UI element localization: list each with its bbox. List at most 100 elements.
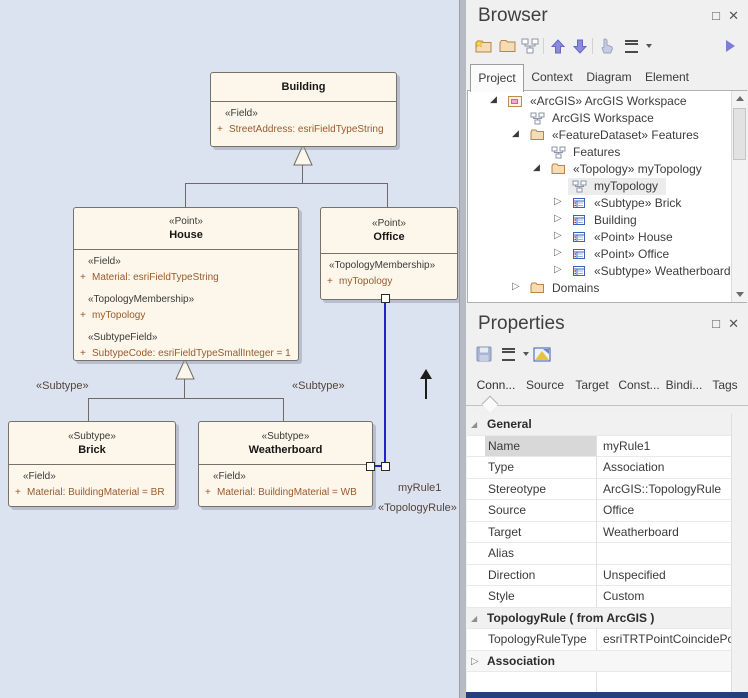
property-name[interactable]: Stereotype (485, 479, 597, 500)
expand-open-icon[interactable]: ◢ (490, 94, 502, 105)
property-name[interactable]: Name (485, 436, 597, 457)
tree-item-weatherboard[interactable]: ▷ «Subtype» Weatherboard (468, 263, 730, 280)
section-expand-icon[interactable]: ▷ (471, 651, 479, 672)
expand-open-icon[interactable]: ◢ (512, 128, 524, 139)
properties-scrollbar[interactable] (731, 414, 747, 692)
new-diagram-icon[interactable] (520, 36, 540, 56)
property-row-target[interactable]: Target Weatherboard (467, 522, 732, 544)
property-value[interactable]: ArcGIS::TopologyRule (603, 479, 732, 500)
float-icon[interactable]: □ (712, 9, 720, 22)
property-name[interactable]: Type (485, 457, 597, 478)
property-name[interactable]: Target (485, 522, 597, 543)
property-value[interactable]: Weatherboard (603, 522, 732, 543)
property-row-source[interactable]: Source Office (467, 500, 732, 522)
attr-stereotype: «SubtypeField» (88, 331, 298, 344)
expand-closed-icon[interactable]: ▷ (554, 264, 566, 275)
section-association[interactable]: ▷ Association (467, 651, 732, 673)
tree-item-label: «ArcGIS» ArcGIS Workspace (530, 93, 687, 110)
expand-open-icon[interactable]: ◢ (533, 162, 545, 173)
class-house[interactable]: «Point» House «Field» +Material: esriFie… (73, 207, 299, 361)
section-expand-icon[interactable]: ◢ (471, 608, 477, 629)
new-package-icon[interactable] (474, 36, 494, 56)
connector-handle[interactable] (381, 462, 390, 471)
section-general[interactable]: ◢ General (467, 414, 732, 436)
tree-item-office[interactable]: ▷ «Point» Office (468, 246, 730, 263)
tree-item-mytopology-pkg[interactable]: ◢ «Topology» myTopology (468, 161, 730, 178)
property-name[interactable]: Direction (485, 565, 597, 586)
section-expand-icon[interactable]: ◢ (471, 414, 477, 435)
expand-closed-icon[interactable]: ▷ (554, 213, 566, 224)
pointer-icon[interactable] (597, 36, 617, 56)
section-topologyrule[interactable]: ◢ TopologyRule ( from ArcGIS ) (467, 608, 732, 630)
property-name[interactable]: Style (485, 586, 597, 607)
expand-closed-icon[interactable]: ▷ (554, 247, 566, 258)
close-icon[interactable]: ✕ (728, 9, 739, 22)
topology-rule-connector[interactable] (384, 298, 386, 467)
tree-item-arcgis-workspace-diagram[interactable]: ArcGIS Workspace (468, 110, 730, 127)
expand-closed-icon[interactable]: ▷ (512, 281, 524, 292)
package-icon[interactable] (497, 36, 517, 56)
property-row-name[interactable]: Name myRule1 (467, 436, 732, 458)
save-icon[interactable] (474, 344, 494, 364)
property-row-style[interactable]: Style Custom (467, 586, 732, 608)
property-name[interactable]: Source (485, 500, 597, 521)
tree-item-mytopology-diagram[interactable]: myTopology (468, 178, 730, 195)
open-dialog-icon[interactable] (532, 344, 552, 364)
property-row-type[interactable]: Type Association (467, 457, 732, 479)
expand-closed-icon[interactable]: ▷ (554, 230, 566, 241)
property-name[interactable]: TopologyRuleType (485, 629, 597, 650)
class-brick[interactable]: «Subtype» Brick «Field» +Material: Build… (8, 421, 176, 507)
tab-tags[interactable]: Tags (708, 372, 742, 398)
move-up-icon[interactable] (548, 36, 568, 56)
tree-item-brick[interactable]: ▷ «Subtype» Brick (468, 195, 730, 212)
tree-item-arcgis-workspace-pkg[interactable]: ◢ «ArcGIS» ArcGIS Workspace (468, 93, 730, 110)
property-row-stereotype[interactable]: Stereotype ArcGIS::TopologyRule (467, 479, 732, 501)
tree-item-domains[interactable]: ▷ Domains (468, 280, 730, 297)
tab-constraints[interactable]: Const... (616, 372, 662, 398)
tab-connector[interactable]: Conn... (474, 372, 518, 398)
tab-context[interactable]: Context (526, 64, 578, 90)
class-weatherboard[interactable]: «Subtype» Weatherboard «Field» +Material… (198, 421, 373, 507)
class-office[interactable]: «Point» Office «TopologyMembership» +myT… (320, 207, 458, 300)
property-value[interactable]: Custom (603, 586, 732, 607)
menu-dropdown-caret-icon[interactable] (639, 36, 659, 56)
tree-item-features-diagram[interactable]: Features (468, 144, 730, 161)
expand-icon[interactable] (720, 36, 740, 56)
property-value[interactable]: Association (603, 457, 732, 478)
scroll-down-icon[interactable] (733, 287, 746, 302)
attribute: +SubtypeCode: esriFieldTypeSmallInteger … (92, 347, 298, 359)
close-icon[interactable]: ✕ (728, 317, 739, 330)
float-icon[interactable]: □ (712, 317, 720, 330)
move-down-icon[interactable] (570, 36, 590, 56)
property-row-direction[interactable]: Direction Unspecified (467, 565, 732, 587)
scrollbar-thumb[interactable] (733, 108, 746, 160)
tree-item-house[interactable]: ▷ «Point» House (468, 229, 730, 246)
property-value[interactable]: myRule1 (603, 436, 732, 457)
tab-bindings[interactable]: Bindi... (662, 372, 706, 398)
tab-source[interactable]: Source (522, 372, 568, 398)
connector-handle[interactable] (366, 462, 375, 471)
property-row-alias[interactable]: Alias (467, 543, 732, 565)
class-building[interactable]: Building «Field» +StreetAddress: esriFie… (210, 72, 397, 147)
expand-closed-icon[interactable]: ▷ (554, 196, 566, 207)
tab-element[interactable]: Element (640, 64, 694, 90)
tab-target[interactable]: Target (570, 372, 614, 398)
hamburger-menu-icon[interactable] (498, 344, 518, 364)
tab-project[interactable]: Project (470, 64, 524, 92)
class-stereotype: «Subtype» (9, 430, 175, 443)
diagram-canvas[interactable]: Building «Field» +StreetAddress: esriFie… (0, 0, 459, 698)
tab-diagram[interactable]: Diagram (582, 64, 636, 90)
tree-item-features-dataset[interactable]: ◢ «FeatureDataset» Features (468, 127, 730, 144)
property-row-topologyruletype[interactable]: TopologyRuleType esriTRTPointCoincidePoi… (467, 629, 732, 651)
property-value[interactable]: Unspecified (603, 565, 732, 586)
tree-scrollbar[interactable] (731, 91, 747, 302)
class-name: Office (321, 230, 457, 244)
property-value[interactable]: esriTRTPointCoincidePoint (603, 629, 732, 650)
property-value[interactable]: Office (603, 500, 732, 521)
scroll-up-icon[interactable] (733, 91, 746, 106)
hamburger-menu-icon[interactable] (621, 36, 641, 56)
connector-handle[interactable] (381, 294, 390, 303)
property-name[interactable]: Alias (485, 543, 597, 564)
tree-item-building[interactable]: ▷ Building (468, 212, 730, 229)
application-window: Building «Field» +StreetAddress: esriFie… (0, 0, 748, 698)
